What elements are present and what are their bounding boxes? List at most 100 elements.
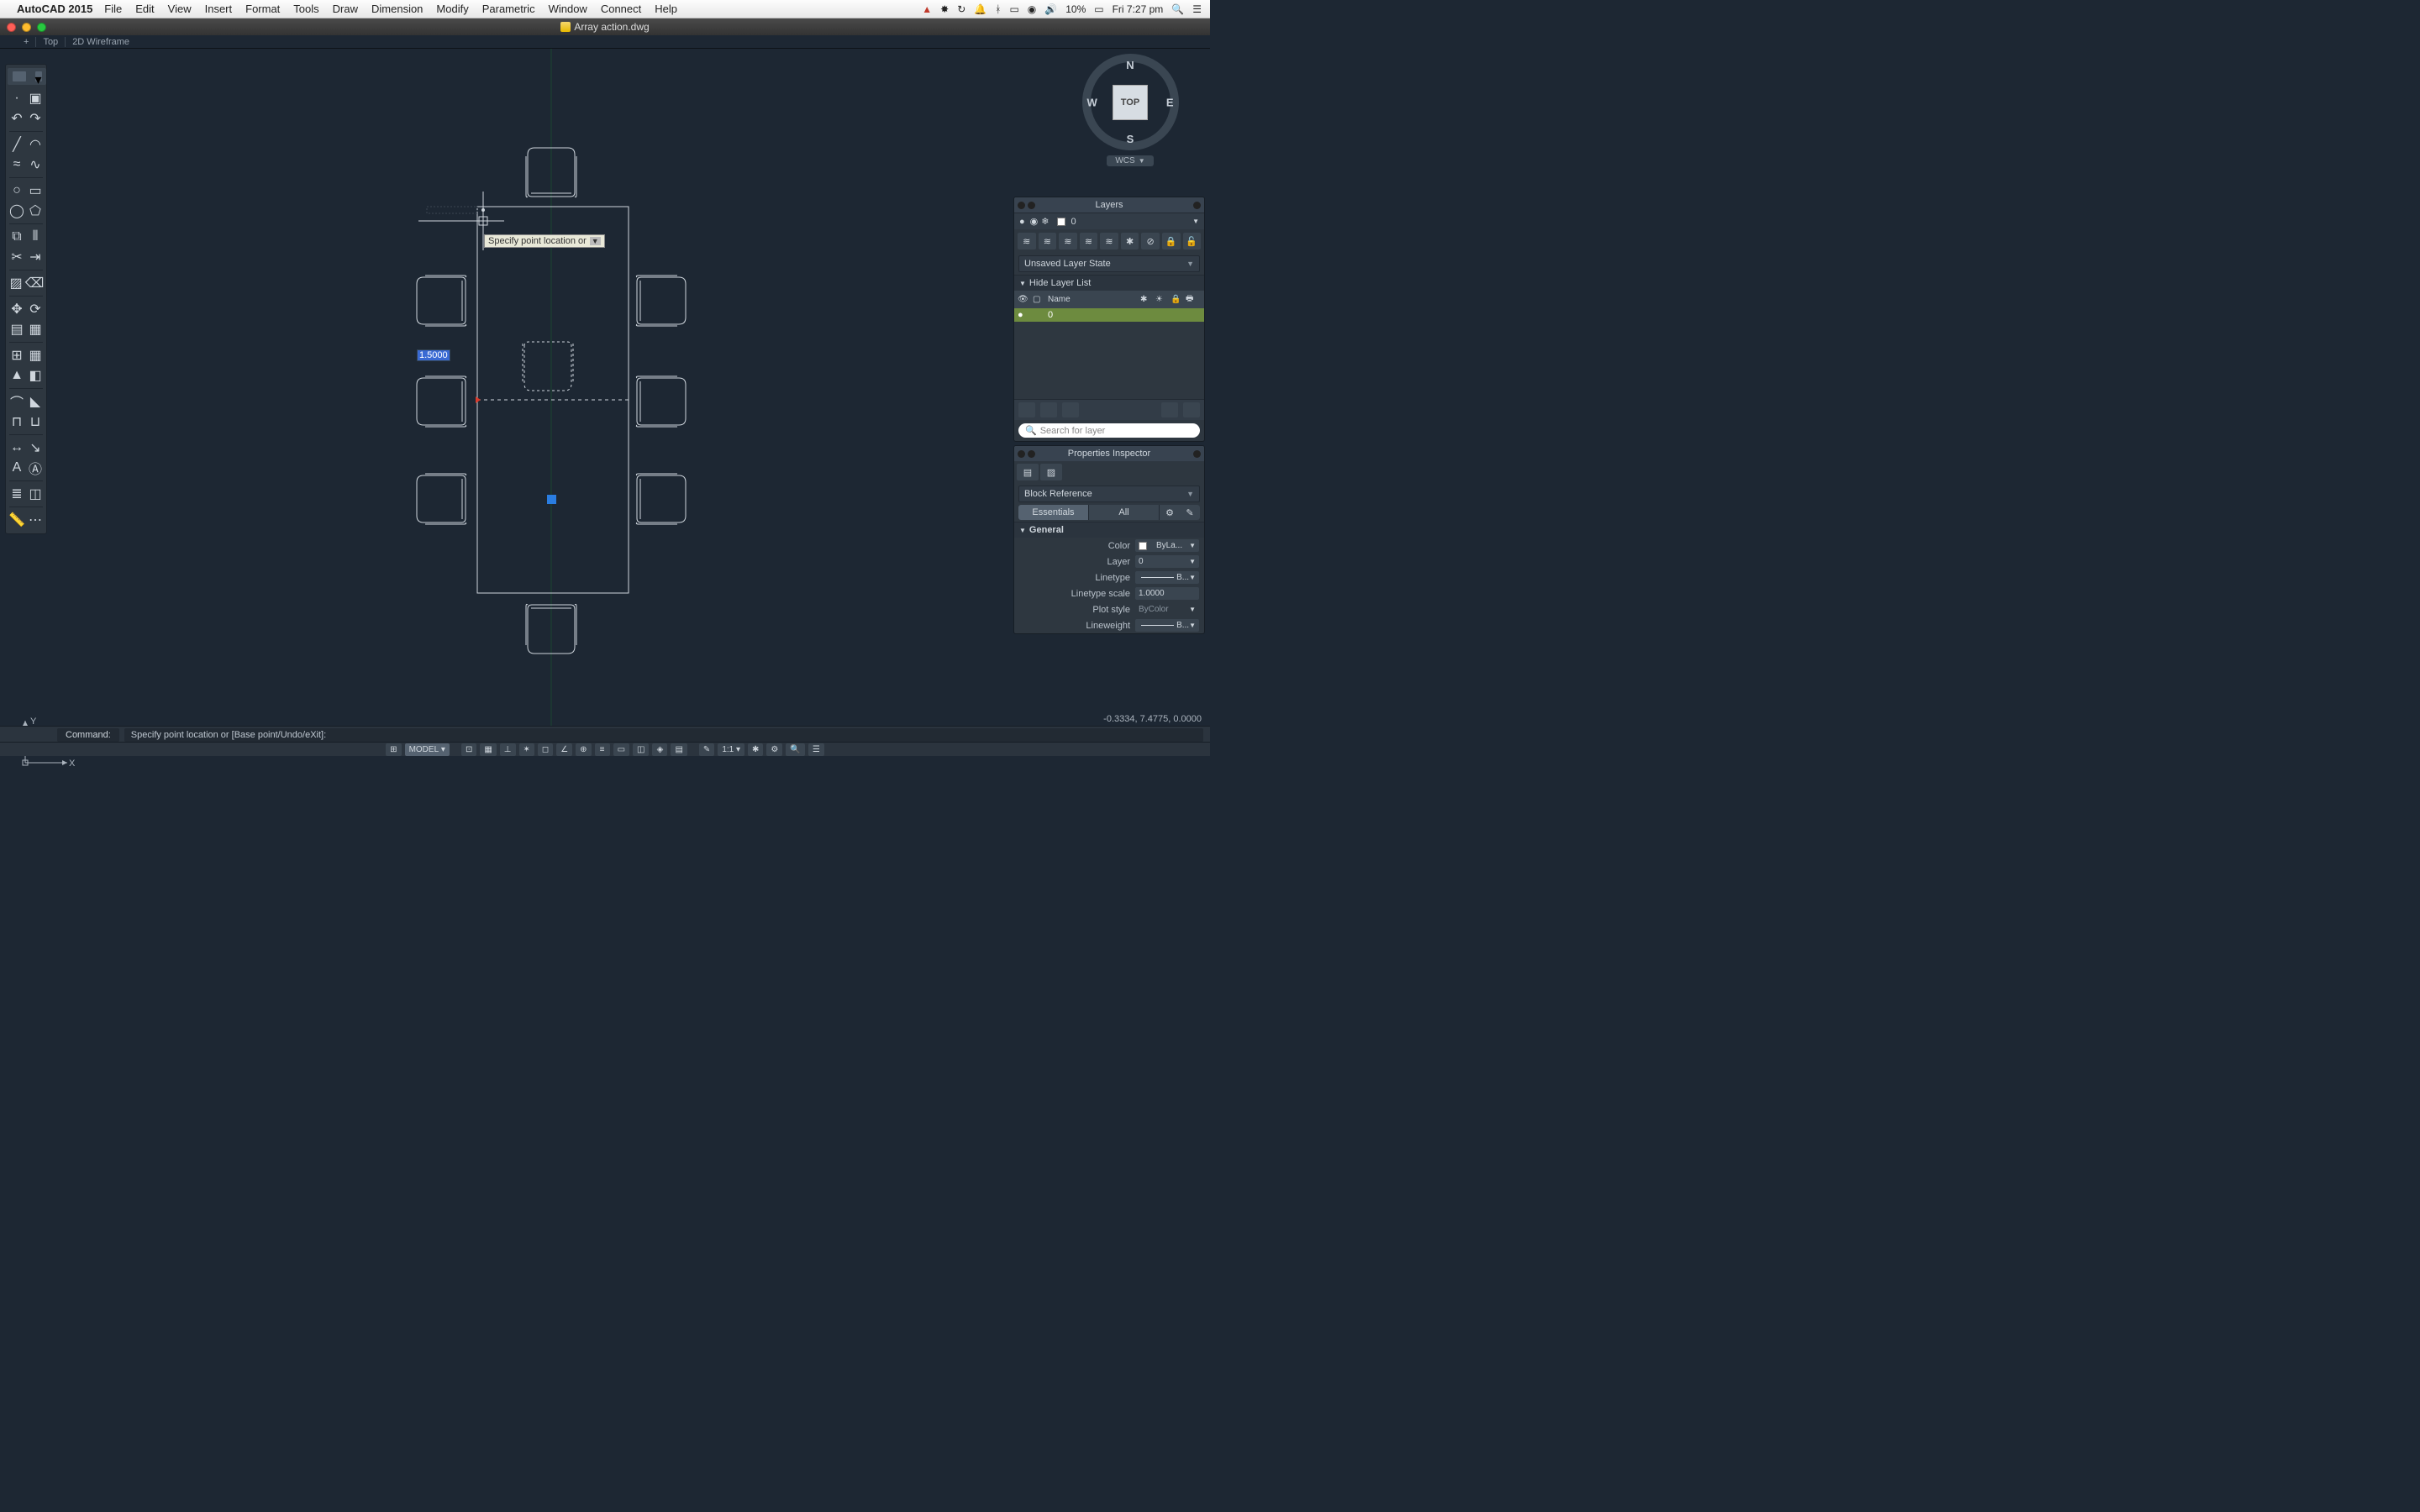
status-grid2-icon[interactable]: ▦: [480, 743, 496, 756]
prompt-dropdown-icon[interactable]: ▼: [590, 237, 601, 245]
status-lwt-icon[interactable]: ≡: [595, 743, 610, 756]
tool-point[interactable]: ·: [8, 89, 25, 108]
tool-measure[interactable]: 📏: [8, 511, 25, 529]
tool-erase[interactable]: ⌫: [25, 274, 44, 292]
menu-connect[interactable]: Connect: [601, 3, 641, 15]
prop-linetype-value[interactable]: B...▼: [1135, 571, 1199, 584]
layer-tool-8[interactable]: 🔒: [1162, 233, 1181, 249]
menu-view[interactable]: View: [168, 3, 192, 15]
tool-stretch[interactable]: ▦: [27, 320, 44, 339]
viewcube-n[interactable]: N: [1126, 59, 1134, 71]
status-anno-icon[interactable]: ✎: [699, 743, 714, 756]
tool-ellipse[interactable]: ◯: [8, 202, 25, 220]
layer-tool-5[interactable]: ≋: [1100, 233, 1118, 249]
tool-mirror[interactable]: ▲: [8, 366, 25, 385]
props-section-general[interactable]: ▼General: [1014, 522, 1204, 538]
status-grid-icon[interactable]: ⊞: [386, 743, 401, 756]
viewcube-e[interactable]: E: [1166, 96, 1174, 108]
tool-text[interactable]: A: [8, 459, 25, 477]
tool-rotate[interactable]: ⟳: [27, 300, 44, 318]
status-annoscale-icon[interactable]: ✱: [748, 743, 763, 756]
tool-circle[interactable]: ○: [8, 181, 25, 200]
status-otrack-icon[interactable]: ∠: [556, 743, 572, 756]
viewcube-ring[interactable]: N S E W TOP: [1082, 54, 1179, 150]
menu-extra-icon[interactable]: ☰: [1192, 3, 1202, 15]
status-trans-icon[interactable]: ▭: [613, 743, 629, 756]
tool-scale[interactable]: ▤: [8, 320, 25, 339]
status-search-icon[interactable]: 🔍: [786, 743, 804, 756]
viewcube-face[interactable]: TOP: [1113, 85, 1148, 120]
menu-help[interactable]: Help: [655, 3, 677, 15]
tool-layer[interactable]: ≣: [8, 485, 25, 503]
menu-format[interactable]: Format: [245, 3, 280, 15]
tool-spline[interactable]: ∿: [27, 155, 44, 174]
wifi-icon[interactable]: ◉: [1028, 3, 1036, 15]
status-menu-icon[interactable]: ☰: [808, 743, 824, 756]
status-cycle-icon[interactable]: ◫: [633, 743, 649, 756]
tool-offset[interactable]: ⫴: [27, 228, 44, 246]
seg-all[interactable]: All: [1089, 505, 1160, 520]
status-polar-icon[interactable]: ✶: [519, 743, 534, 756]
status-dyn-icon[interactable]: ⊕: [576, 743, 591, 756]
menu-draw[interactable]: Draw: [333, 3, 358, 15]
tool-fillet[interactable]: ⌒: [8, 392, 25, 411]
prop-ltscale-value[interactable]: 1.0000: [1135, 587, 1199, 600]
layers-new-icon[interactable]: [1040, 402, 1057, 417]
command-input[interactable]: Specify point location or [Base point/Un…: [124, 728, 1203, 742]
vp-plus[interactable]: +: [17, 37, 29, 47]
tool-hatch[interactable]: ▨: [8, 274, 24, 292]
tool-array[interactable]: ⊞: [8, 346, 25, 365]
col-name[interactable]: Name: [1048, 295, 1140, 304]
vp-style[interactable]: 2D Wireframe: [65, 37, 129, 47]
tool-extend[interactable]: ⇥: [27, 248, 44, 266]
status-ortho-icon[interactable]: ⊥: [500, 743, 516, 756]
battery-text[interactable]: 10%: [1065, 3, 1086, 15]
tool-polyline[interactable]: ≈: [8, 155, 25, 174]
menu-dimension[interactable]: Dimension: [371, 3, 423, 15]
status-model[interactable]: MODEL ▾: [405, 743, 450, 756]
viewcube-s[interactable]: S: [1127, 133, 1134, 145]
tool-leader[interactable]: ↘: [27, 438, 44, 457]
zoom-button[interactable]: [37, 23, 46, 32]
tool-dimension[interactable]: ↔: [8, 438, 25, 457]
menu-modify[interactable]: Modify: [436, 3, 468, 15]
volume-icon[interactable]: 🔊: [1044, 3, 1057, 15]
hide-layer-list[interactable]: ▼Hide Layer List: [1014, 275, 1204, 291]
properties-tab-2[interactable]: ▨: [1040, 464, 1062, 480]
status-3d-icon[interactable]: ◈: [652, 743, 667, 756]
status-gear-icon[interactable]: ⚙: [766, 743, 782, 756]
status-qp-icon[interactable]: ▤: [671, 743, 687, 756]
prop-lineweight-value[interactable]: B...▼: [1135, 619, 1199, 632]
tool-grid-icon[interactable]: ▦: [27, 346, 44, 365]
tool-move[interactable]: ✥: [8, 300, 25, 318]
status-snap-icon[interactable]: ⊡: [461, 743, 476, 756]
tool-trim[interactable]: ✂: [8, 248, 25, 266]
layer-tool-9[interactable]: 🔓: [1183, 233, 1202, 249]
app-name[interactable]: AutoCAD 2015: [17, 3, 92, 15]
prop-layer-value[interactable]: 0▼: [1135, 555, 1199, 568]
menu-file[interactable]: File: [104, 3, 122, 15]
selection-type-dropdown[interactable]: Block Reference▼: [1018, 486, 1200, 502]
airplay-icon[interactable]: ▭: [1009, 3, 1018, 15]
viewcube[interactable]: N S E W TOP WCS▼: [1076, 54, 1185, 180]
seg-essentials[interactable]: Essentials: [1018, 505, 1089, 520]
vp-view[interactable]: Top: [35, 37, 58, 47]
bluetooth-icon[interactable]: ᚼ: [995, 3, 1001, 15]
battery-icon[interactable]: ▭: [1094, 3, 1103, 15]
seg-icon-1[interactable]: ⚙: [1160, 505, 1180, 520]
tool-break[interactable]: ⊔: [27, 412, 44, 431]
status-scale[interactable]: 1:1 ▾: [718, 743, 744, 756]
menu-edit[interactable]: Edit: [135, 3, 154, 15]
palette-grip[interactable]: ▾: [8, 68, 46, 85]
layer-tool-4[interactable]: ≋: [1080, 233, 1098, 249]
layers-filter-icon[interactable]: [1018, 402, 1035, 417]
tool-redo[interactable]: ↷: [27, 109, 44, 128]
tool-join[interactable]: ⊓: [8, 412, 25, 431]
properties-tab-1[interactable]: ▤: [1017, 464, 1039, 480]
spotlight-icon[interactable]: 🔍: [1171, 3, 1184, 15]
evernote-icon[interactable]: ✸: [940, 3, 949, 15]
tool-polygon[interactable]: ⬠: [27, 202, 44, 220]
wcs-dropdown[interactable]: WCS▼: [1107, 155, 1153, 166]
tool-copy[interactable]: ⧉: [8, 228, 25, 246]
layer-tool-2[interactable]: ≋: [1039, 233, 1057, 249]
